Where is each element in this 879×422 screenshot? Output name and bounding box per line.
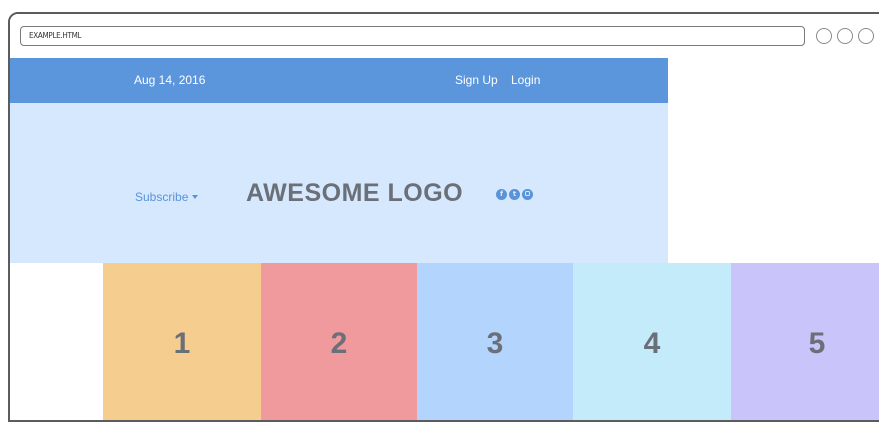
tile-5[interactable]: 5 [731,263,879,420]
browser-chrome: EXAMPLE.HTML [10,14,879,58]
tile-label: 4 [643,327,661,360]
window-button-3[interactable] [858,28,874,44]
login-link[interactable]: Login [511,73,540,87]
social-links: f t [496,189,533,200]
tile-4[interactable]: 4 [573,263,731,420]
tile-label: 1 [173,327,191,360]
subscribe-label: Subscribe [135,190,189,204]
top-bar: Aug 14, 2016 Sign Up Login [10,58,668,103]
tile-3[interactable]: 3 [417,263,573,420]
instagram-icon[interactable] [522,189,533,200]
signup-link[interactable]: Sign Up [455,73,498,87]
tile-label: 2 [330,327,348,360]
window-button-2[interactable] [837,28,853,44]
site-header: Subscribe AWESOME LOGO f t [10,103,668,263]
site-logo[interactable]: AWESOME LOGO [246,179,463,208]
tile-1[interactable]: 1 [103,263,261,420]
twitter-icon[interactable]: t [509,189,520,200]
tile-2[interactable]: 2 [261,263,417,420]
facebook-icon[interactable]: f [496,189,507,200]
address-bar[interactable]: EXAMPLE.HTML [20,26,805,46]
window-button-1[interactable] [816,28,832,44]
browser-window: EXAMPLE.HTML Aug 14, 2016 Sign Up Login … [8,12,879,422]
tile-row: 1 2 3 4 5 [103,263,879,420]
tile-label: 5 [808,327,826,360]
tile-label: 3 [486,327,504,360]
date-label: Aug 14, 2016 [134,73,206,87]
chevron-down-icon [192,194,199,199]
subscribe-dropdown[interactable]: Subscribe [135,190,199,204]
